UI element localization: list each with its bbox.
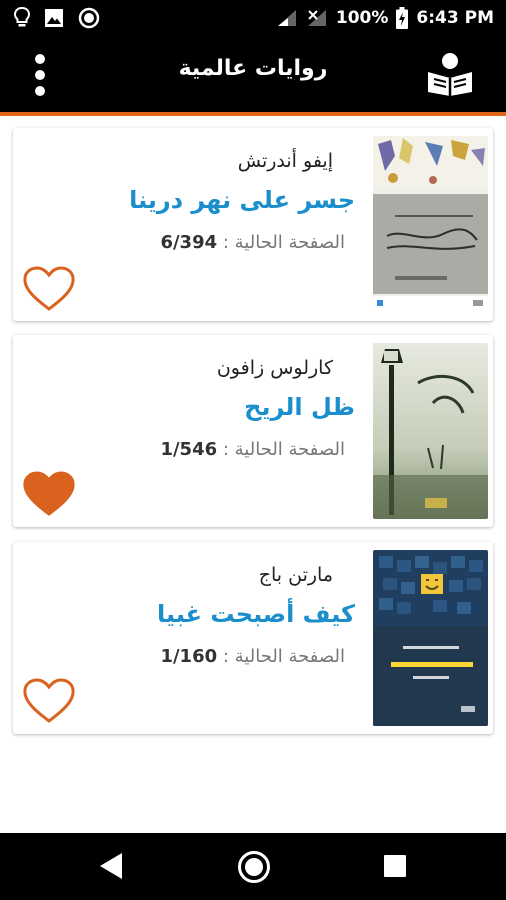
book-title[interactable]: جسر على نهر درينا [35, 186, 355, 214]
current-page-value: 6/394 [160, 232, 218, 253]
book-title[interactable]: ظل الريح [35, 393, 355, 421]
current-page-line: الصفحة الحالية : 1/546 [45, 439, 345, 460]
lightbulb-icon [14, 7, 30, 27]
current-page-value: 1/546 [160, 439, 218, 460]
current-page-line: الصفحة الحالية : 1/160 [45, 646, 345, 667]
book-card[interactable]: إيفو أندرتش جسر على نهر درينا الصفحة الح… [13, 128, 493, 321]
book-title[interactable]: كيف أصبحت غبيا [35, 600, 355, 628]
book-card[interactable]: مارتن باج كيف أصبحت غبيا الصفحة الحالية … [13, 542, 493, 734]
record-icon [78, 7, 100, 29]
recents-square-icon[interactable] [383, 854, 407, 878]
current-page-line: الصفحة الحالية : 6/394 [45, 232, 345, 253]
clock: 6:43 PM [416, 7, 494, 28]
back-triangle-icon[interactable] [96, 851, 126, 881]
battery-percent: 100% [335, 7, 389, 28]
signal-icon [277, 9, 296, 26]
image-icon [45, 9, 63, 27]
favorite-heart-filled-icon[interactable] [22, 470, 76, 518]
more-vert-icon [35, 54, 45, 64]
current-page-value: 1/160 [160, 646, 218, 667]
book-author: مارتن باج [258, 564, 333, 586]
book-cover-image[interactable] [373, 136, 488, 312]
status-bar: 100% 6:43 PM [0, 0, 506, 35]
home-circle-icon[interactable] [237, 850, 271, 884]
app-bar-accent-line [0, 112, 506, 116]
reader-book-icon[interactable] [426, 52, 474, 96]
page-title: روايات عالمية [178, 56, 328, 81]
more-options-button[interactable] [24, 54, 56, 96]
book-author: إيفو أندرتش [237, 150, 333, 172]
current-page-label: الصفحة الحالية : [222, 646, 345, 667]
favorite-heart-outline-icon[interactable] [22, 677, 76, 725]
book-card[interactable]: كارلوس زافون ظل الريح الصفحة الحالية : 1… [13, 335, 493, 527]
book-cover-image[interactable] [373, 343, 488, 519]
system-nav-bar [0, 833, 506, 900]
favorite-heart-outline-icon[interactable] [22, 265, 76, 313]
battery-charging-icon [396, 6, 409, 29]
current-page-label: الصفحة الحالية : [222, 232, 345, 253]
current-page-label: الصفحة الحالية : [222, 439, 345, 460]
book-cover-image[interactable] [373, 550, 488, 726]
book-author: كارلوس زافون [216, 357, 333, 379]
no-signal-icon [307, 9, 326, 26]
